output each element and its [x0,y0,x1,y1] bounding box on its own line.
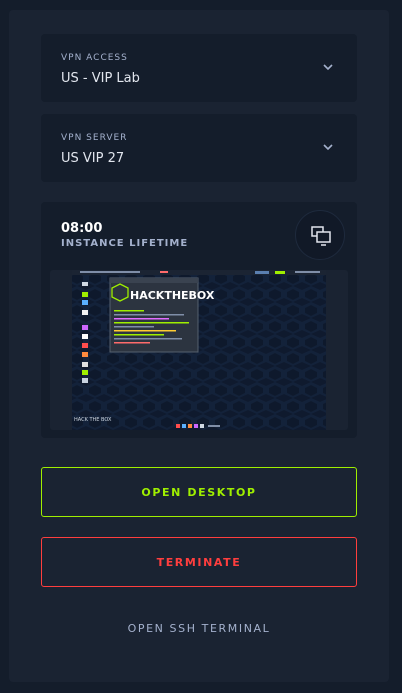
desktop-preview[interactable]: HACKTHEBOX HACK THE BOX [50,270,348,430]
instance-time: 08:00 [61,221,103,236]
chevron-down-icon [323,64,333,71]
vpn-server-value: US VIP 27 [61,151,125,166]
chevron-down-icon [323,144,333,151]
instance-lifetime-label: INSTANCE LIFETIME [61,238,189,249]
preview-logo-text: HACKTHEBOX [130,289,215,302]
vpn-access-value: US - VIP Lab [61,71,140,86]
desktop-icon [311,226,331,246]
vpn-access-select[interactable]: VPN ACCESS US - VIP Lab [41,34,357,102]
open-desktop-icon-button[interactable] [295,210,345,260]
preview-taskbar-text: HACK THE BOX [74,417,112,423]
vpn-server-label: VPN SERVER [61,133,128,143]
vpn-server-select[interactable]: VPN SERVER US VIP 27 [41,114,357,182]
open-desktop-button[interactable]: OPEN DESKTOP [41,467,357,517]
desktop-screenshot-image: HACKTHEBOX HACK THE BOX [72,270,326,430]
vpn-access-label: VPN ACCESS [61,53,128,63]
terminate-button[interactable]: TERMINATE [41,537,357,587]
instance-card: 08:00 INSTANCE LIFETIME HACKTHEBOX HACK … [41,202,357,438]
open-ssh-terminal-link[interactable]: OPEN SSH TERMINAL [41,622,357,635]
